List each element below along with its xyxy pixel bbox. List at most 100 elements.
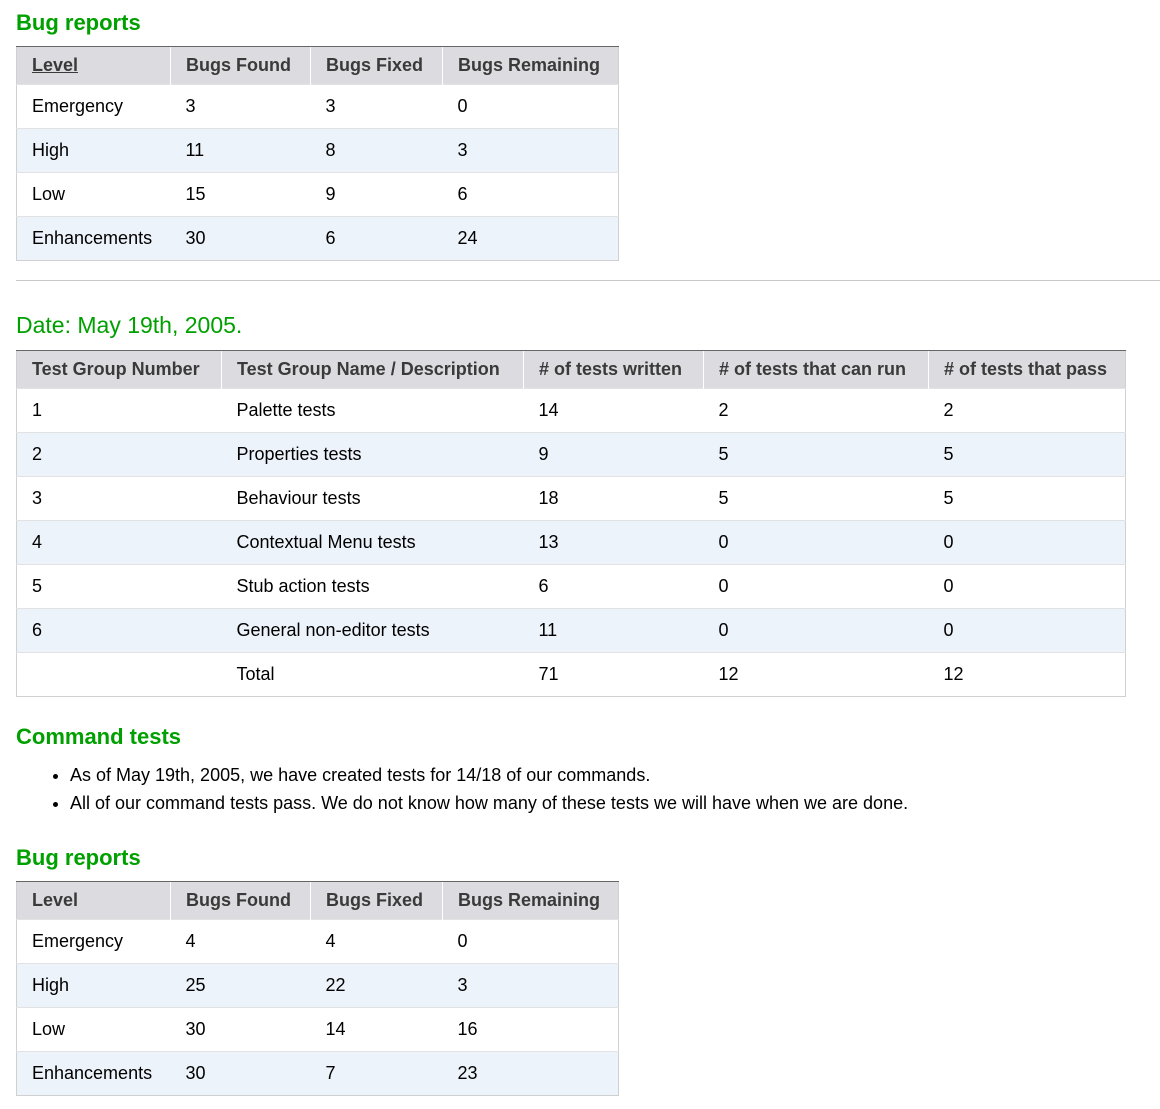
table-row: 4 Contextual Menu tests 13 0 0 <box>16 520 1126 565</box>
column-header-bugs-found: Bugs Found <box>170 881 311 920</box>
table-row: Low 30 14 16 <box>16 1007 619 1052</box>
cell-group-number: 4 <box>16 520 222 565</box>
bug-reports-heading: Bug reports <box>16 10 141 35</box>
cell-tests-pass: 5 <box>928 432 1126 477</box>
column-header-group-name: Test Group Name / Description <box>221 350 524 389</box>
total-row: Total 71 12 12 <box>16 652 1126 697</box>
table-row: 6 General non-editor tests 11 0 0 <box>16 608 1126 653</box>
cell-level: High <box>16 963 171 1008</box>
column-header-bugs-fixed: Bugs Fixed <box>310 46 443 85</box>
cell-tests-written: 11 <box>523 608 704 653</box>
cell-bugs-found: 30 <box>170 1051 311 1096</box>
table-row: Enhancements 30 6 24 <box>16 216 619 261</box>
cell-tests-can-run: 0 <box>703 520 929 565</box>
cell-total-tests-pass: 12 <box>928 652 1126 697</box>
cell-tests-can-run: 5 <box>703 476 929 521</box>
cell-bugs-found: 15 <box>170 172 311 217</box>
cell-tests-written: 6 <box>523 564 704 609</box>
cell-tests-written: 13 <box>523 520 704 565</box>
sort-link-level[interactable]: Level <box>32 55 78 75</box>
list-item: As of May 19th, 2005, we have created te… <box>70 761 908 789</box>
cell-group-name: Properties tests <box>221 432 524 477</box>
cell-tests-pass: 5 <box>928 476 1126 521</box>
cell-total-tests-can-run: 12 <box>703 652 929 697</box>
bug-reports-heading-2: Bug reports <box>16 845 141 870</box>
cell-total-label: Total <box>221 652 524 697</box>
cell-tests-can-run: 0 <box>703 608 929 653</box>
cell-total-tests-written: 71 <box>523 652 704 697</box>
table-row: 1 Palette tests 14 2 2 <box>16 388 1126 433</box>
cell-group-name: General non-editor tests <box>221 608 524 653</box>
cell-bugs-fixed: 6 <box>310 216 443 261</box>
cell-tests-pass: 0 <box>928 520 1126 565</box>
cell-bugs-found: 4 <box>170 919 311 964</box>
cell-group-number: 5 <box>16 564 222 609</box>
cell-group-number <box>16 652 222 697</box>
column-header-bugs-fixed: Bugs Fixed <box>310 881 443 920</box>
column-header-bugs-found: Bugs Found <box>170 46 311 85</box>
cell-group-number: 1 <box>16 388 222 433</box>
column-header-bugs-remaining: Bugs Remaining <box>442 881 619 920</box>
cell-bugs-remaining: 3 <box>442 963 619 1008</box>
cell-tests-can-run: 2 <box>703 388 929 433</box>
cell-tests-can-run: 0 <box>703 564 929 609</box>
table-row: Emergency 3 3 0 <box>16 84 619 129</box>
cell-bugs-found: 30 <box>170 216 311 261</box>
table-row: Emergency 4 4 0 <box>16 919 619 964</box>
column-header-level[interactable]: Level <box>16 46 171 85</box>
cell-group-name: Behaviour tests <box>221 476 524 521</box>
cell-bugs-fixed: 9 <box>310 172 443 217</box>
date-heading: Date: May 19th, 2005. <box>16 312 243 338</box>
section-divider <box>16 280 1160 281</box>
cell-group-number: 2 <box>16 432 222 477</box>
column-header-tests-pass: # of tests that pass <box>928 350 1126 389</box>
cell-tests-written: 9 <box>523 432 704 477</box>
cell-tests-pass: 2 <box>928 388 1126 433</box>
table-row: High 11 8 3 <box>16 128 619 173</box>
cell-bugs-remaining: 3 <box>442 128 619 173</box>
table-row: Enhancements 30 7 23 <box>16 1051 619 1096</box>
column-header-tests-can-run: # of tests that can run <box>703 350 929 389</box>
column-header-group-number: Test Group Number <box>16 350 222 389</box>
table-row: 5 Stub action tests 6 0 0 <box>16 564 1126 609</box>
cell-bugs-remaining: 23 <box>442 1051 619 1096</box>
column-header-level: Level <box>16 881 171 920</box>
cell-group-number: 3 <box>16 476 222 521</box>
cell-tests-pass: 0 <box>928 608 1126 653</box>
cell-bugs-found: 11 <box>170 128 311 173</box>
cell-bugs-found: 30 <box>170 1007 311 1052</box>
table-row: High 25 22 3 <box>16 963 619 1008</box>
cell-level: Emergency <box>16 919 171 964</box>
cell-bugs-remaining: 16 <box>442 1007 619 1052</box>
cell-bugs-fixed: 14 <box>310 1007 443 1052</box>
cell-level: Emergency <box>16 84 171 129</box>
cell-level: Low <box>16 172 171 217</box>
cell-bugs-fixed: 3 <box>310 84 443 129</box>
cell-bugs-remaining: 6 <box>442 172 619 217</box>
cell-group-name: Palette tests <box>221 388 524 433</box>
cell-bugs-fixed: 4 <box>310 919 443 964</box>
table-header-row: Test Group Number Test Group Name / Desc… <box>16 350 1126 389</box>
bug-reports-table-2: Level Bugs Found Bugs Fixed Bugs Remaini… <box>16 881 619 1096</box>
bug-reports-table: Level Bugs Found Bugs Fixed Bugs Remaini… <box>16 46 619 261</box>
cell-bugs-remaining: 24 <box>442 216 619 261</box>
cell-level: Low <box>16 1007 171 1052</box>
command-tests-list: As of May 19th, 2005, we have created te… <box>16 761 908 817</box>
cell-bugs-found: 3 <box>170 84 311 129</box>
cell-group-name: Contextual Menu tests <box>221 520 524 565</box>
table-row: 3 Behaviour tests 18 5 5 <box>16 476 1126 521</box>
cell-bugs-remaining: 0 <box>442 84 619 129</box>
cell-level: Enhancements <box>16 216 171 261</box>
cell-tests-pass: 0 <box>928 564 1126 609</box>
cell-group-number: 6 <box>16 608 222 653</box>
list-item: All of our command tests pass. We do not… <box>70 789 908 817</box>
cell-group-name: Stub action tests <box>221 564 524 609</box>
cell-tests-can-run: 5 <box>703 432 929 477</box>
cell-tests-written: 14 <box>523 388 704 433</box>
cell-tests-written: 18 <box>523 476 704 521</box>
cell-bugs-fixed: 7 <box>310 1051 443 1096</box>
cell-bugs-remaining: 0 <box>442 919 619 964</box>
table-header-row: Level Bugs Found Bugs Fixed Bugs Remaini… <box>16 46 619 85</box>
command-tests-heading: Command tests <box>16 724 182 749</box>
cell-bugs-found: 25 <box>170 963 311 1008</box>
